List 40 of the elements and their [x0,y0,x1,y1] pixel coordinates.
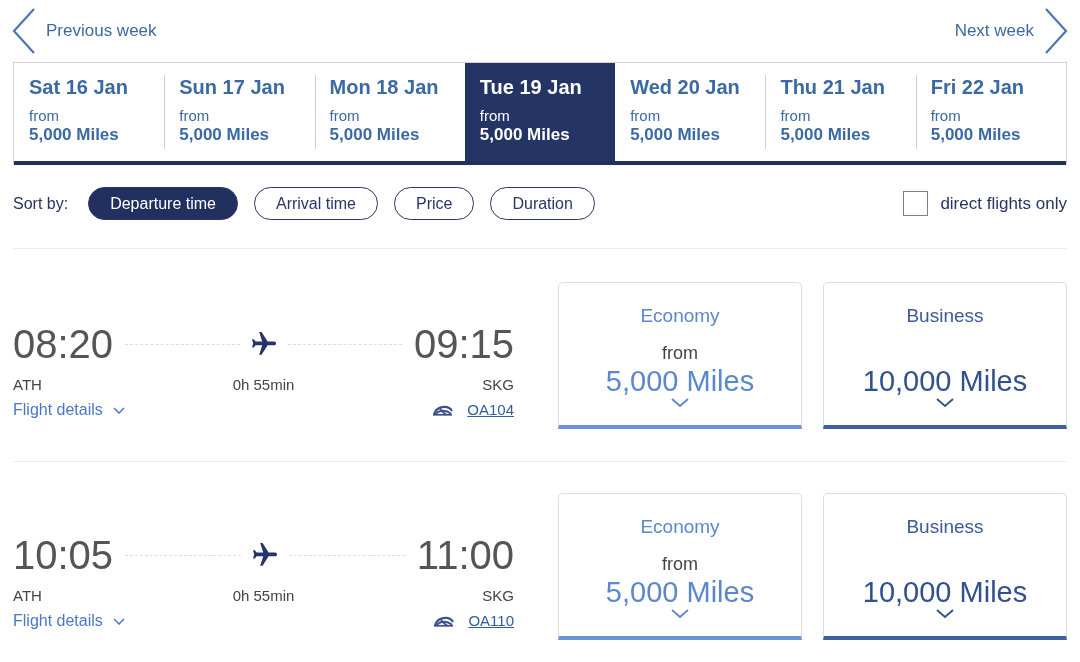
flight-number-link[interactable]: OA104 [467,401,514,419]
fare-card[interactable]: Economy from 5,000 Miles [558,493,802,640]
chevron-down-icon [936,609,954,619]
direct-flights-label: direct flights only [940,192,1067,215]
flight-details-link[interactable]: Flight details [13,611,125,631]
chevron-down-icon [936,398,954,408]
fare-card[interactable]: Economy from 5,000 Miles [558,282,802,429]
destination-code: SKG [482,376,514,394]
fare-card[interactable]: Business 10,000 Miles [823,282,1067,429]
chevron-left-icon [12,8,36,54]
origin-code: ATH [13,376,42,394]
sort-label: Sort by: [13,193,69,214]
sort-option[interactable]: Price [394,187,475,220]
previous-week-link[interactable]: Previous week [12,8,157,54]
chevron-down-icon [671,398,689,408]
next-week-link[interactable]: Next week [954,8,1068,54]
airplane-icon [253,543,277,567]
sort-option[interactable]: Duration [490,187,595,220]
flight-duration: 0h 55min [232,376,295,394]
flight-details-link[interactable]: Flight details [13,400,125,420]
flight-duration: 0h 55min [232,587,295,605]
chevron-down-icon [671,609,689,619]
fare-card[interactable]: Business 10,000 Miles [823,493,1067,640]
arrival-time: 09:15 [413,324,514,364]
airline-logo-icon [432,404,454,416]
departure-time: 08:20 [13,324,114,364]
airline-logo-icon [433,615,455,627]
checkbox[interactable] [903,191,929,216]
chevron-down-icon [112,406,125,414]
date-tab[interactable]: Tue 19 Jan from 5,000 Miles [464,63,616,165]
chevron-right-icon [1044,8,1068,54]
sort-option[interactable]: Arrival time [253,187,378,220]
departure-time: 10:05 [13,535,114,575]
airplane-icon [251,332,276,356]
chevron-down-icon [112,617,125,625]
arrival-time: 11:00 [416,535,514,575]
destination-code: SKG [482,587,514,605]
sort-option[interactable]: Departure time [88,187,238,220]
origin-code: ATH [13,587,42,605]
flight-number-link[interactable]: OA110 [468,612,514,630]
